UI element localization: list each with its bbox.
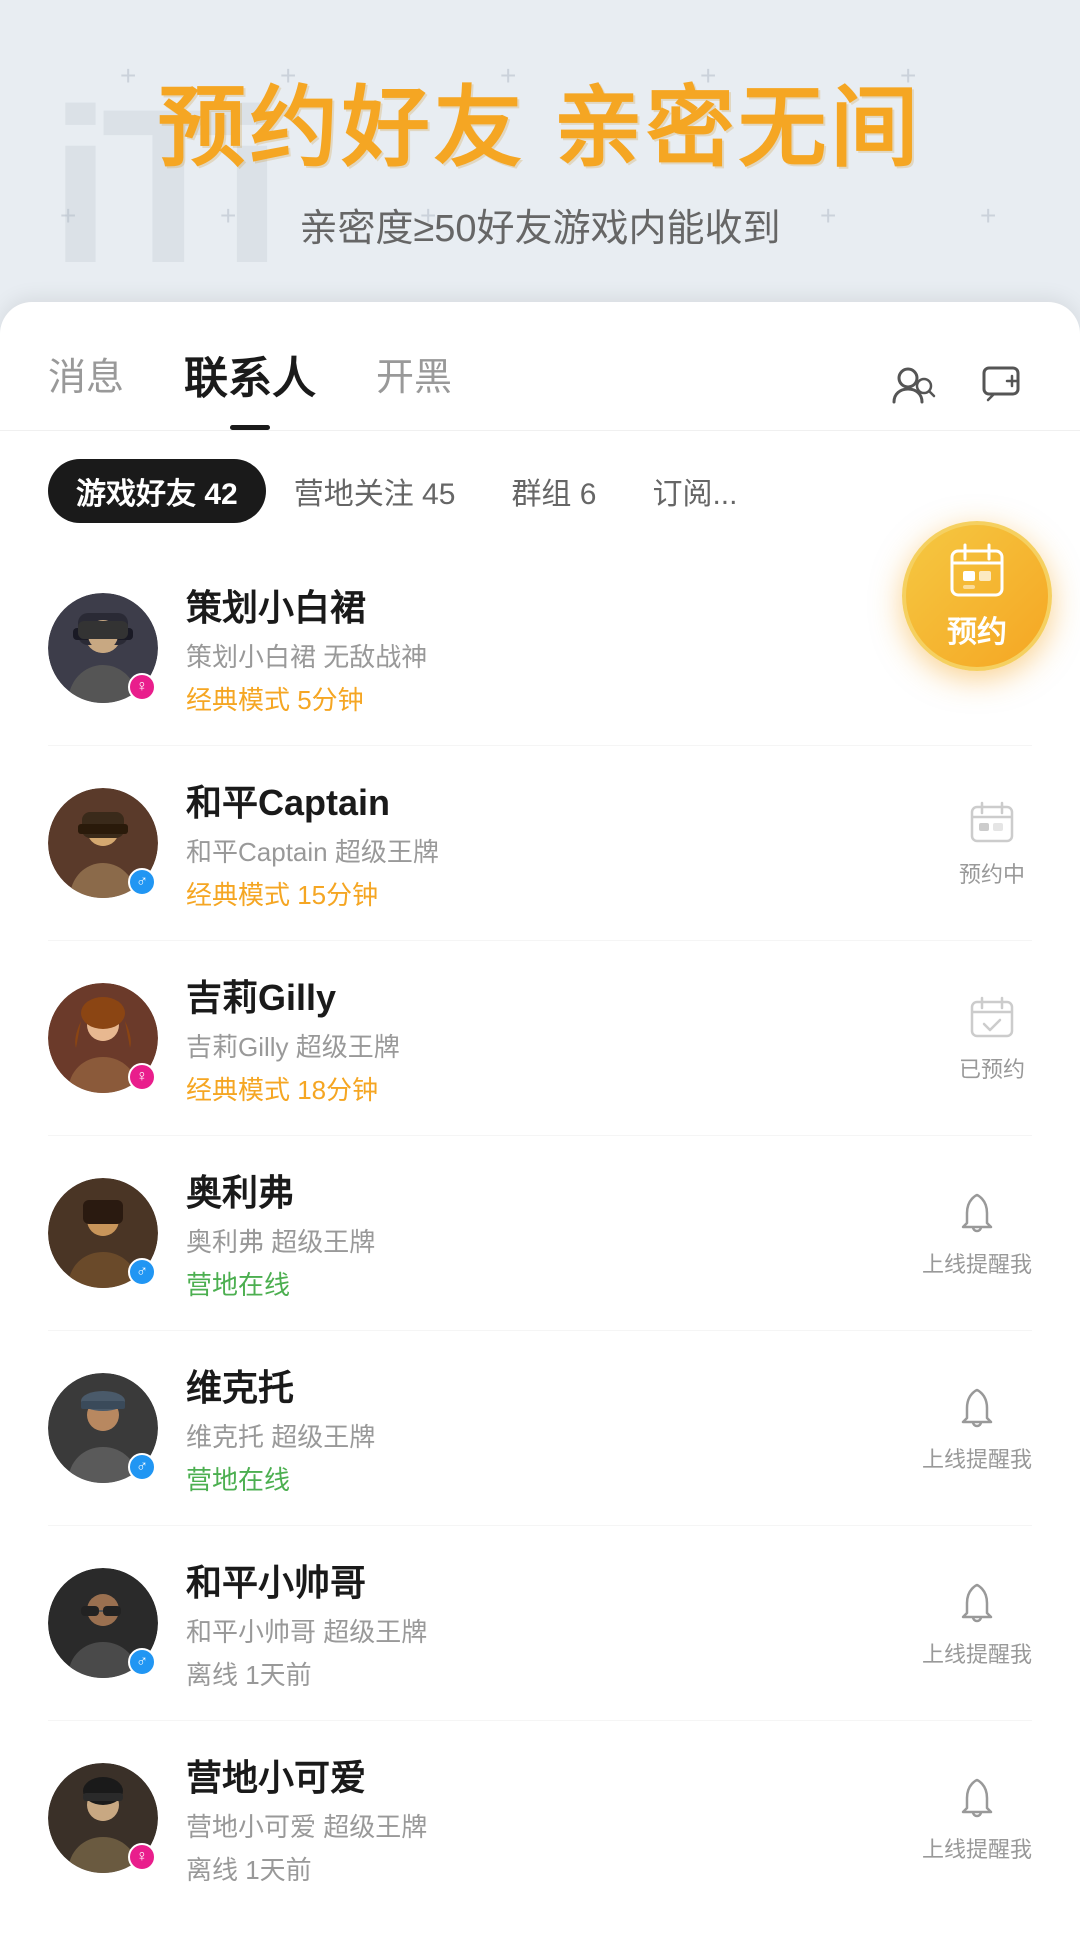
friend-item: ♀ 吉莉Gilly 吉莉Gilly 超级王牌 经典模式 18分钟 已 <box>48 941 1032 1136</box>
friend-item: ♂ 和平Captain 和平Captain 超级王牌 经典模式 15分钟 <box>48 746 1032 941</box>
gender-badge: ♂ <box>128 1648 156 1676</box>
bell-icon <box>951 1187 1003 1239</box>
avatar-wrap: ♀ <box>48 1763 158 1873</box>
hero-title: 预约好友 亲密无间 <box>60 80 1020 177</box>
hero-section: 预约好友 亲密无间 亲密度≥50好友游戏内能收到 <box>0 0 1080 282</box>
gender-badge: ♂ <box>128 1453 156 1481</box>
friend-status: 经典模式 15分钟 <box>186 875 952 912</box>
search-people-icon <box>888 362 936 410</box>
gender-badge: ♀ <box>128 673 156 701</box>
avatar-wrap: ♂ <box>48 1568 158 1678</box>
friend-info: 和平Captain 和平Captain 超级王牌 经典模式 15分钟 <box>186 774 952 912</box>
gender-badge: ♂ <box>128 1258 156 1286</box>
bell-icon <box>951 1577 1003 1629</box>
friend-status: 经典模式 18分钟 <box>186 1070 952 1107</box>
search-people-button[interactable] <box>884 358 940 414</box>
calendar-icon <box>947 541 1007 601</box>
friend-meta: 和平Captain 超级王牌 <box>186 832 952 869</box>
friend-status: 离线 1天前 <box>186 1655 922 1692</box>
sub-tab-game-friends[interactable]: 游戏好友 42 <box>48 459 266 523</box>
friend-info: 和平小帅哥 和平小帅哥 超级王牌 离线 1天前 <box>186 1554 922 1692</box>
action-label: 已预约 <box>959 1052 1025 1084</box>
notify-online-button[interactable]: 上线提醒我 <box>922 1772 1032 1864</box>
friend-info: 营地小可爱 营地小可爱 超级王牌 离线 1天前 <box>186 1749 922 1887</box>
friend-item: ♀ 策划小白裙 策划小白裙 无敌战神 经典模式 5分钟 <box>48 551 1032 746</box>
friend-name: 吉莉Gilly <box>186 969 952 1021</box>
avatar-wrap: ♂ <box>48 1373 158 1483</box>
friend-meta: 维克托 超级王牌 <box>186 1417 922 1454</box>
sub-tab-subscribe[interactable]: 订阅... <box>624 459 765 523</box>
friend-item: ♂ 维克托 维克托 超级王牌 营地在线 上线提醒我 <box>48 1331 1032 1526</box>
friend-list: ♀ 策划小白裙 策划小白裙 无敌战神 经典模式 5分钟 <box>0 551 1080 1915</box>
friend-status: 营地在线 <box>186 1460 922 1497</box>
friend-meta: 和平小帅哥 超级王牌 <box>186 1612 922 1649</box>
friend-info: 吉莉Gilly 吉莉Gilly 超级王牌 经典模式 18分钟 <box>186 969 952 1107</box>
action-label: 上线提醒我 <box>922 1637 1032 1669</box>
bell-icon <box>951 1772 1003 1824</box>
avatar-wrap: ♀ <box>48 593 158 703</box>
gender-badge: ♀ <box>128 1843 156 1871</box>
tab-icons <box>884 358 1032 414</box>
friend-name: 和平小帅哥 <box>186 1554 922 1606</box>
friend-info: 维克托 维克托 超级王牌 营地在线 <box>186 1359 922 1497</box>
friend-info: 奥利弗 奥利弗 超级王牌 营地在线 <box>186 1164 922 1302</box>
appointment-pending-button[interactable]: 预约中 <box>952 797 1032 889</box>
action-label: 上线提醒我 <box>922 1442 1032 1474</box>
add-chat-button[interactable] <box>976 358 1032 414</box>
friend-item: ♂ 奥利弗 奥利弗 超级王牌 营地在线 上线提醒我 <box>48 1136 1032 1331</box>
action-label: 上线提醒我 <box>922 1832 1032 1864</box>
tab-messages[interactable]: 消息 <box>48 346 124 425</box>
tab-header: 消息 联系人 开黑 <box>0 302 1080 431</box>
popup-circle[interactable]: 预约 <box>902 521 1052 671</box>
hero-subtitle: 亲密度≥50好友游戏内能收到 <box>60 197 1020 252</box>
gender-badge: ♂ <box>128 868 156 896</box>
friend-name: 和平Captain <box>186 774 952 826</box>
add-chat-icon <box>980 362 1028 410</box>
main-card: 消息 联系人 开黑 <box>0 302 1080 1955</box>
gender-badge: ♀ <box>128 1063 156 1091</box>
calendar-done-icon <box>966 992 1018 1044</box>
action-label: 上线提醒我 <box>922 1247 1032 1279</box>
friend-meta: 营地小可爱 超级王牌 <box>186 1807 922 1844</box>
friend-status: 营地在线 <box>186 1265 922 1302</box>
friend-name: 营地小可爱 <box>186 1749 922 1801</box>
friend-meta: 吉莉Gilly 超级王牌 <box>186 1027 952 1064</box>
notify-online-button[interactable]: 上线提醒我 <box>922 1382 1032 1474</box>
friend-item: ♀ 营地小可爱 营地小可爱 超级王牌 离线 1天前 上线提醒我 <box>48 1721 1032 1915</box>
bell-icon <box>951 1382 1003 1434</box>
avatar-wrap: ♂ <box>48 1178 158 1288</box>
friend-status: 经典模式 5分钟 <box>186 680 1032 717</box>
friend-status: 离线 1天前 <box>186 1850 922 1887</box>
calendar-pending-icon <box>966 797 1018 849</box>
notify-online-button[interactable]: 上线提醒我 <box>922 1187 1032 1279</box>
friend-name: 维克托 <box>186 1359 922 1411</box>
friend-item: ♂ 和平小帅哥 和平小帅哥 超级王牌 离线 1天前 上线提醒我 <box>48 1526 1032 1721</box>
notify-online-button[interactable]: 上线提醒我 <box>922 1577 1032 1669</box>
friend-meta: 奥利弗 超级王牌 <box>186 1222 922 1259</box>
sub-tab-camp-follow[interactable]: 营地关注 45 <box>266 459 484 523</box>
avatar-wrap: ♀ <box>48 983 158 1093</box>
action-label: 预约中 <box>959 857 1025 889</box>
popup-label: 预约 <box>947 607 1007 651</box>
tab-team[interactable]: 开黑 <box>376 346 452 425</box>
friend-name: 奥利弗 <box>186 1164 922 1216</box>
appointment-done-button[interactable]: 已预约 <box>952 992 1032 1084</box>
tab-contacts[interactable]: 联系人 <box>184 342 316 430</box>
sub-tab-groups[interactable]: 群组 6 <box>483 459 624 523</box>
avatar-wrap: ♂ <box>48 788 158 898</box>
appointment-popup: 预约 <box>902 521 1052 671</box>
